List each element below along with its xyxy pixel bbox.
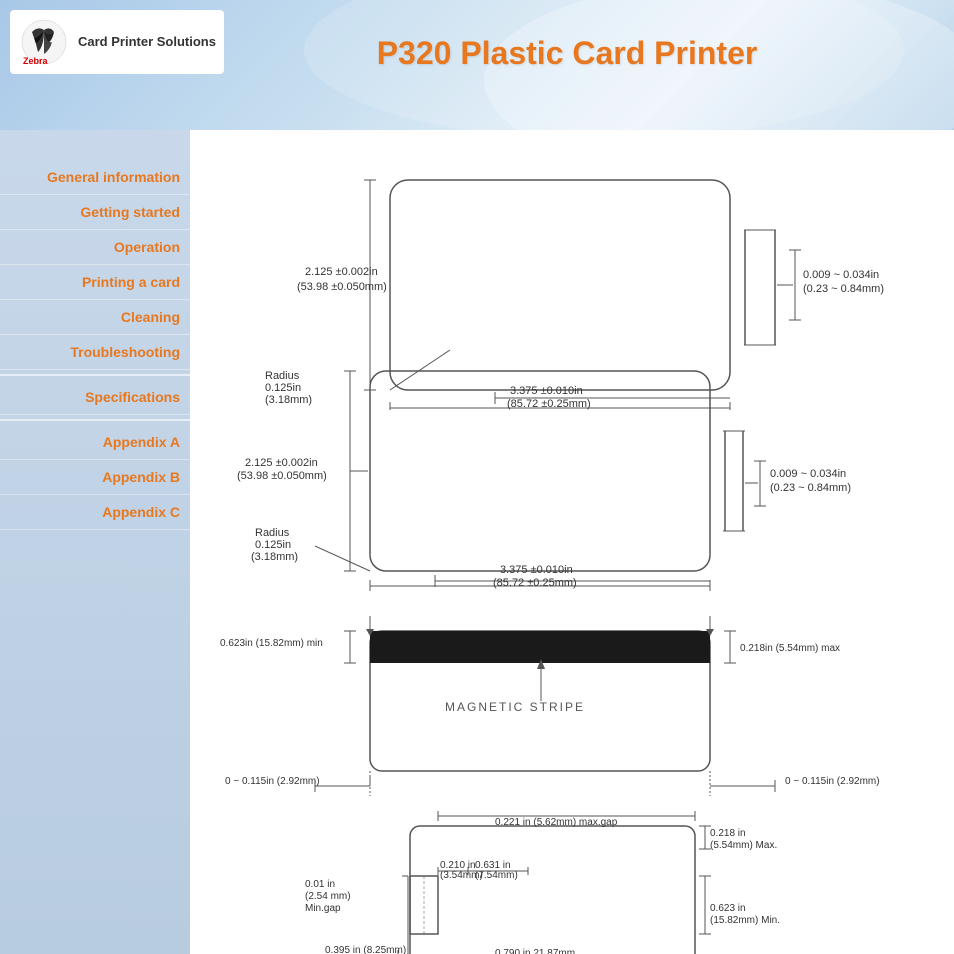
sidebar-item-appendix-c[interactable]: Appendix C (0, 495, 190, 530)
stripe-label: MAGNETIC STRIPE (445, 700, 585, 714)
radius-l: Radius (255, 527, 290, 539)
header: Zebra Card Printer Solutions P320 Plasti… (0, 0, 954, 130)
main-content: 2.125 ±0.002in (53.98 ±0.050mm) 3.375 ±0… (190, 130, 954, 954)
d-chip-w2b: (7.54mm) (475, 870, 518, 881)
d1-label: 2.125 ±0.002in (245, 457, 318, 469)
sidebar-item-specifications[interactable]: Specifications (0, 380, 190, 415)
d1-mm: (53.98 ±0.050mm) (237, 470, 327, 482)
d-stripe-height: 0.218in (5.54mm) max (740, 643, 840, 654)
d2-label: 3.375 ±0.010in (500, 564, 573, 576)
sidebar-item-appendix-a[interactable]: Appendix A (0, 425, 190, 460)
logo-text: Card Printer Solutions (78, 33, 216, 51)
sidebar-item-appendix-b[interactable]: Appendix B (0, 460, 190, 495)
d2-mm: (85.72 ±0.25mm) (493, 577, 577, 589)
page-title: P320 Plastic Card Printer (200, 35, 934, 72)
logo-area: Zebra Card Printer Solutions (10, 10, 224, 74)
d-right-1b: (5.54mm) Max. (710, 840, 777, 851)
d-center: 0.790 in 21.87mm (495, 948, 575, 954)
d3-mm: (0.23 ~ 0.84mm) (770, 482, 851, 494)
d-left-gap2: (2.54 mm) (305, 891, 351, 902)
dim-height-mm: (53.98 ±0.050mm) (297, 281, 387, 293)
d-stripe-top: 0.623in (15.82mm) min (220, 638, 323, 649)
dim-thickness-mm: (0.23 ~ 0.84mm) (803, 283, 884, 295)
page-title-area: P320 Plastic Card Printer (200, 35, 934, 72)
sidebar-item-general-information[interactable]: General information (0, 160, 190, 195)
d-right-1: 0.218 in (710, 828, 746, 839)
d-left-gap: 0.01 in (305, 879, 335, 890)
d-gap-top: 0.221 in (5.62mm) max.gap (495, 817, 618, 828)
radius-annotation: Radius0.125in(3.18mm) (265, 370, 929, 406)
dim-thickness-label: 0.009 ~ 0.034in (803, 269, 879, 281)
radius-m: (3.18mm) (251, 551, 298, 563)
sidebar-item-troubleshooting[interactable]: Troubleshooting (0, 335, 190, 370)
bottom-diagram: 0.221 in (5.62mm) max.gap 0.218 in (5.54… (215, 811, 895, 954)
d-right-2b: (15.82mm) Min. (710, 915, 780, 926)
radius-v: 0.125in (255, 539, 291, 551)
sidebar-item-getting-started[interactable]: Getting started (0, 195, 190, 230)
svg-text:Zebra: Zebra (23, 56, 49, 66)
sidebar-item-printing-card[interactable]: Printing a card (0, 265, 190, 300)
d-left-margin2: 0.395 in (8.25mm) (325, 945, 406, 954)
d-left-margin: 0 ~ 0.115in (2.92mm) (225, 776, 320, 787)
zebra-logo-icon: Zebra (18, 16, 70, 68)
d-right-2: 0.623 in (710, 903, 746, 914)
middle-diagram: MAGNETIC STRIPE 0.623in (15.82mm) min 0.… (215, 601, 895, 796)
sidebar: General information Getting started Oper… (0, 130, 190, 954)
dim-height-label: 2.125 ±0.002in (305, 266, 378, 278)
d3-label: 0.009 ~ 0.034in (770, 468, 846, 480)
d-right-margin: 0 ~ 0.115in (2.92mm) (785, 776, 880, 787)
sidebar-item-cleaning[interactable]: Cleaning (0, 300, 190, 335)
d-left-gap3: Min.gap (305, 903, 341, 914)
sidebar-item-operation[interactable]: Operation (0, 230, 190, 265)
